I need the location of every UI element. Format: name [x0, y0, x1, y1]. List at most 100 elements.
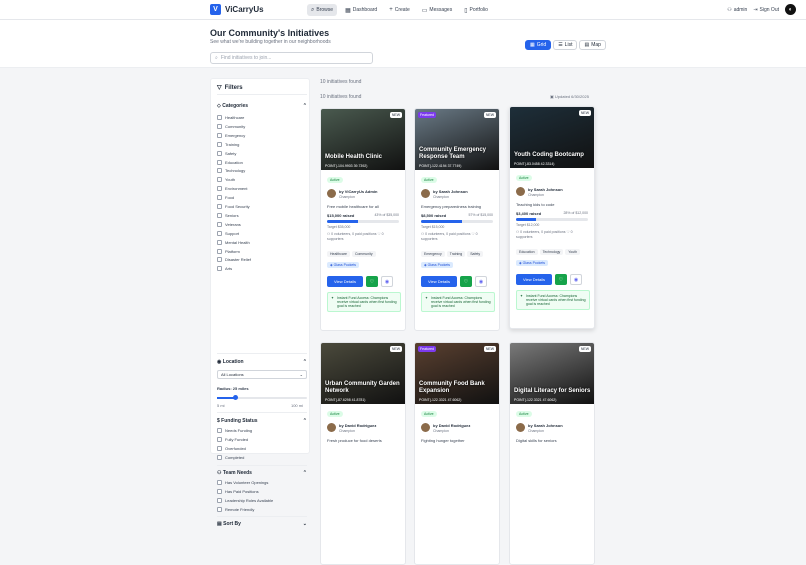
funding-checkbox[interactable]: Overfunded [217, 446, 246, 451]
location-header[interactable]: ◉ Location ⌃ [217, 359, 307, 365]
checkbox-box[interactable] [217, 141, 222, 147]
funding-checkbox[interactable]: Completed [217, 455, 244, 460]
team-needs-header[interactable]: ⚇ Team Needs ⌃ [217, 470, 307, 476]
category-tag[interactable]: Healthcare [327, 251, 350, 257]
category-tag[interactable]: Youth [565, 249, 581, 255]
checkbox-box[interactable] [217, 177, 222, 183]
category-checkbox[interactable]: Healthcare [217, 115, 244, 120]
checkbox-box[interactable] [217, 168, 222, 174]
checkbox-box[interactable] [217, 248, 222, 254]
initiative-card[interactable]: NEW Youth Coding Bootcamp POINT(-83.0458… [509, 106, 595, 329]
share-icon[interactable]: ◉ [381, 276, 393, 287]
location-select[interactable]: All Locations ⌄ [217, 370, 307, 379]
checkbox-box[interactable] [217, 455, 222, 460]
heart-icon[interactable]: ♡ [555, 274, 567, 285]
updated-date: ▣ Updated 6/30/2025 [550, 94, 589, 99]
category-checkbox[interactable]: Support [217, 230, 239, 236]
nav-browse[interactable]: ⌕ Browse [307, 4, 338, 16]
view-grid-button[interactable]: ▦ Grid [525, 40, 552, 50]
checkbox-box[interactable] [217, 239, 222, 245]
champion-name[interactable]: by Sarah Johnson [528, 423, 563, 428]
checkbox-box[interactable] [217, 212, 222, 218]
funding-header[interactable]: $ Funding Status ⌃ [217, 418, 307, 424]
category-checkbox[interactable]: Emergency [217, 132, 245, 138]
radius-slider-handle[interactable] [233, 395, 239, 400]
champion-name[interactable]: by David Rodriguez [339, 423, 376, 428]
category-checkbox[interactable]: Technology [217, 168, 245, 174]
category-tag[interactable]: Technology [539, 249, 564, 255]
initiative-card[interactable]: NEW Featured Community Emergency Respons… [414, 108, 500, 331]
sign-out-button[interactable]: ⇥ Sign Out [753, 7, 779, 13]
checkbox-box[interactable] [217, 195, 222, 201]
category-checkbox[interactable]: Community [217, 123, 245, 129]
initiative-card[interactable]: NEW Mobile Health Clinic POINT(-104.9903… [320, 108, 406, 331]
champion-name[interactable]: by Sarah Johnson [528, 187, 563, 192]
checkbox-box[interactable] [217, 266, 222, 272]
checkbox-box[interactable] [217, 498, 222, 503]
category-tag[interactable]: Education [516, 249, 538, 255]
nav-portfolio[interactable]: ▯ Portfolio [460, 4, 492, 16]
category-tag[interactable]: Community [351, 251, 376, 257]
category-tag[interactable]: Training [446, 251, 466, 257]
heart-icon[interactable]: ♡ [460, 276, 472, 287]
category-tag[interactable]: Safety [467, 251, 484, 257]
sort-by-header[interactable]: ▤ Sort By ⌄ [217, 521, 307, 527]
share-icon[interactable]: ◉ [475, 276, 487, 287]
category-checkbox[interactable]: Arts [217, 266, 232, 272]
category-checkbox[interactable]: Environment [217, 186, 247, 192]
nav-create[interactable]: + Create [385, 4, 414, 16]
category-checkbox[interactable]: Youth [217, 177, 235, 183]
checkbox-box[interactable] [217, 132, 222, 138]
heart-icon[interactable]: ♡ [366, 276, 378, 287]
champion-name[interactable]: by ViCarryUs Admin [339, 189, 377, 194]
checkbox-box[interactable] [217, 507, 222, 512]
team-needs-checkbox[interactable]: Leadership Roles Available [217, 498, 273, 503]
nav-dashboard[interactable]: ▦ Dashboard [341, 4, 381, 16]
view-details-button[interactable]: View Details [421, 276, 457, 287]
checkbox-box[interactable] [217, 230, 222, 236]
category-checkbox[interactable]: Safety [217, 150, 236, 156]
funding-checkbox[interactable]: Needs Funding [217, 428, 252, 433]
checkbox-box[interactable] [217, 186, 222, 192]
checkbox-box[interactable] [217, 480, 222, 485]
category-checkbox[interactable]: Food Security [217, 204, 250, 209]
category-checkbox[interactable]: Disaster Relief [217, 257, 251, 263]
team-needs-checkbox[interactable]: Has Paid Positions [217, 489, 259, 494]
view-details-button[interactable]: View Details [516, 274, 552, 285]
champion-name[interactable]: by Sarah Johnson [433, 189, 468, 194]
category-checkbox[interactable]: Mental Health [217, 239, 250, 245]
funding-checkbox[interactable]: Fully Funded [217, 437, 248, 442]
category-checkbox[interactable]: Food [217, 195, 234, 201]
category-tag[interactable]: Emergency [421, 251, 445, 257]
view-map-button[interactable]: ▤ Map [579, 40, 606, 50]
view-list-button[interactable]: ☰ List [553, 40, 578, 50]
radius-slider[interactable] [217, 395, 307, 400]
checkbox-box[interactable] [217, 489, 222, 494]
checkbox-box[interactable] [217, 123, 222, 129]
share-icon[interactable]: ◉ [570, 274, 582, 285]
checkbox-box[interactable] [217, 115, 222, 120]
category-checkbox[interactable]: Education [217, 159, 243, 165]
checkbox-box[interactable] [217, 257, 222, 263]
checkbox-box[interactable] [217, 446, 222, 451]
nav-messages[interactable]: ▭ Messages [418, 4, 456, 16]
brand-logo[interactable]: V ViCarryUs [210, 4, 264, 15]
categories-header[interactable]: ◇ Categories ⌃ [217, 103, 307, 109]
checkbox-box[interactable] [217, 159, 222, 165]
checkbox-box[interactable] [217, 204, 222, 209]
search-input[interactable]: ⌕ Find initiatives to join... [210, 52, 373, 64]
user-menu[interactable]: ⚇ admin [727, 7, 747, 13]
checkbox-box[interactable] [217, 437, 222, 442]
view-details-button[interactable]: View Details [327, 276, 363, 287]
category-checkbox[interactable]: Training [217, 141, 239, 147]
checkbox-box[interactable] [217, 428, 222, 433]
category-checkbox[interactable]: Seniors [217, 212, 239, 218]
theme-toggle-icon[interactable]: ◐ [785, 4, 796, 15]
team-needs-checkbox[interactable]: Has Volunteer Openings [217, 480, 268, 485]
champion-name[interactable]: by David Rodriguez [433, 423, 470, 428]
checkbox-box[interactable] [217, 150, 222, 156]
checkbox-box[interactable] [217, 221, 222, 227]
category-checkbox[interactable]: Veterans [217, 221, 241, 227]
team-needs-checkbox[interactable]: Remote Friendly [217, 507, 254, 512]
category-checkbox[interactable]: Platform [217, 248, 240, 254]
